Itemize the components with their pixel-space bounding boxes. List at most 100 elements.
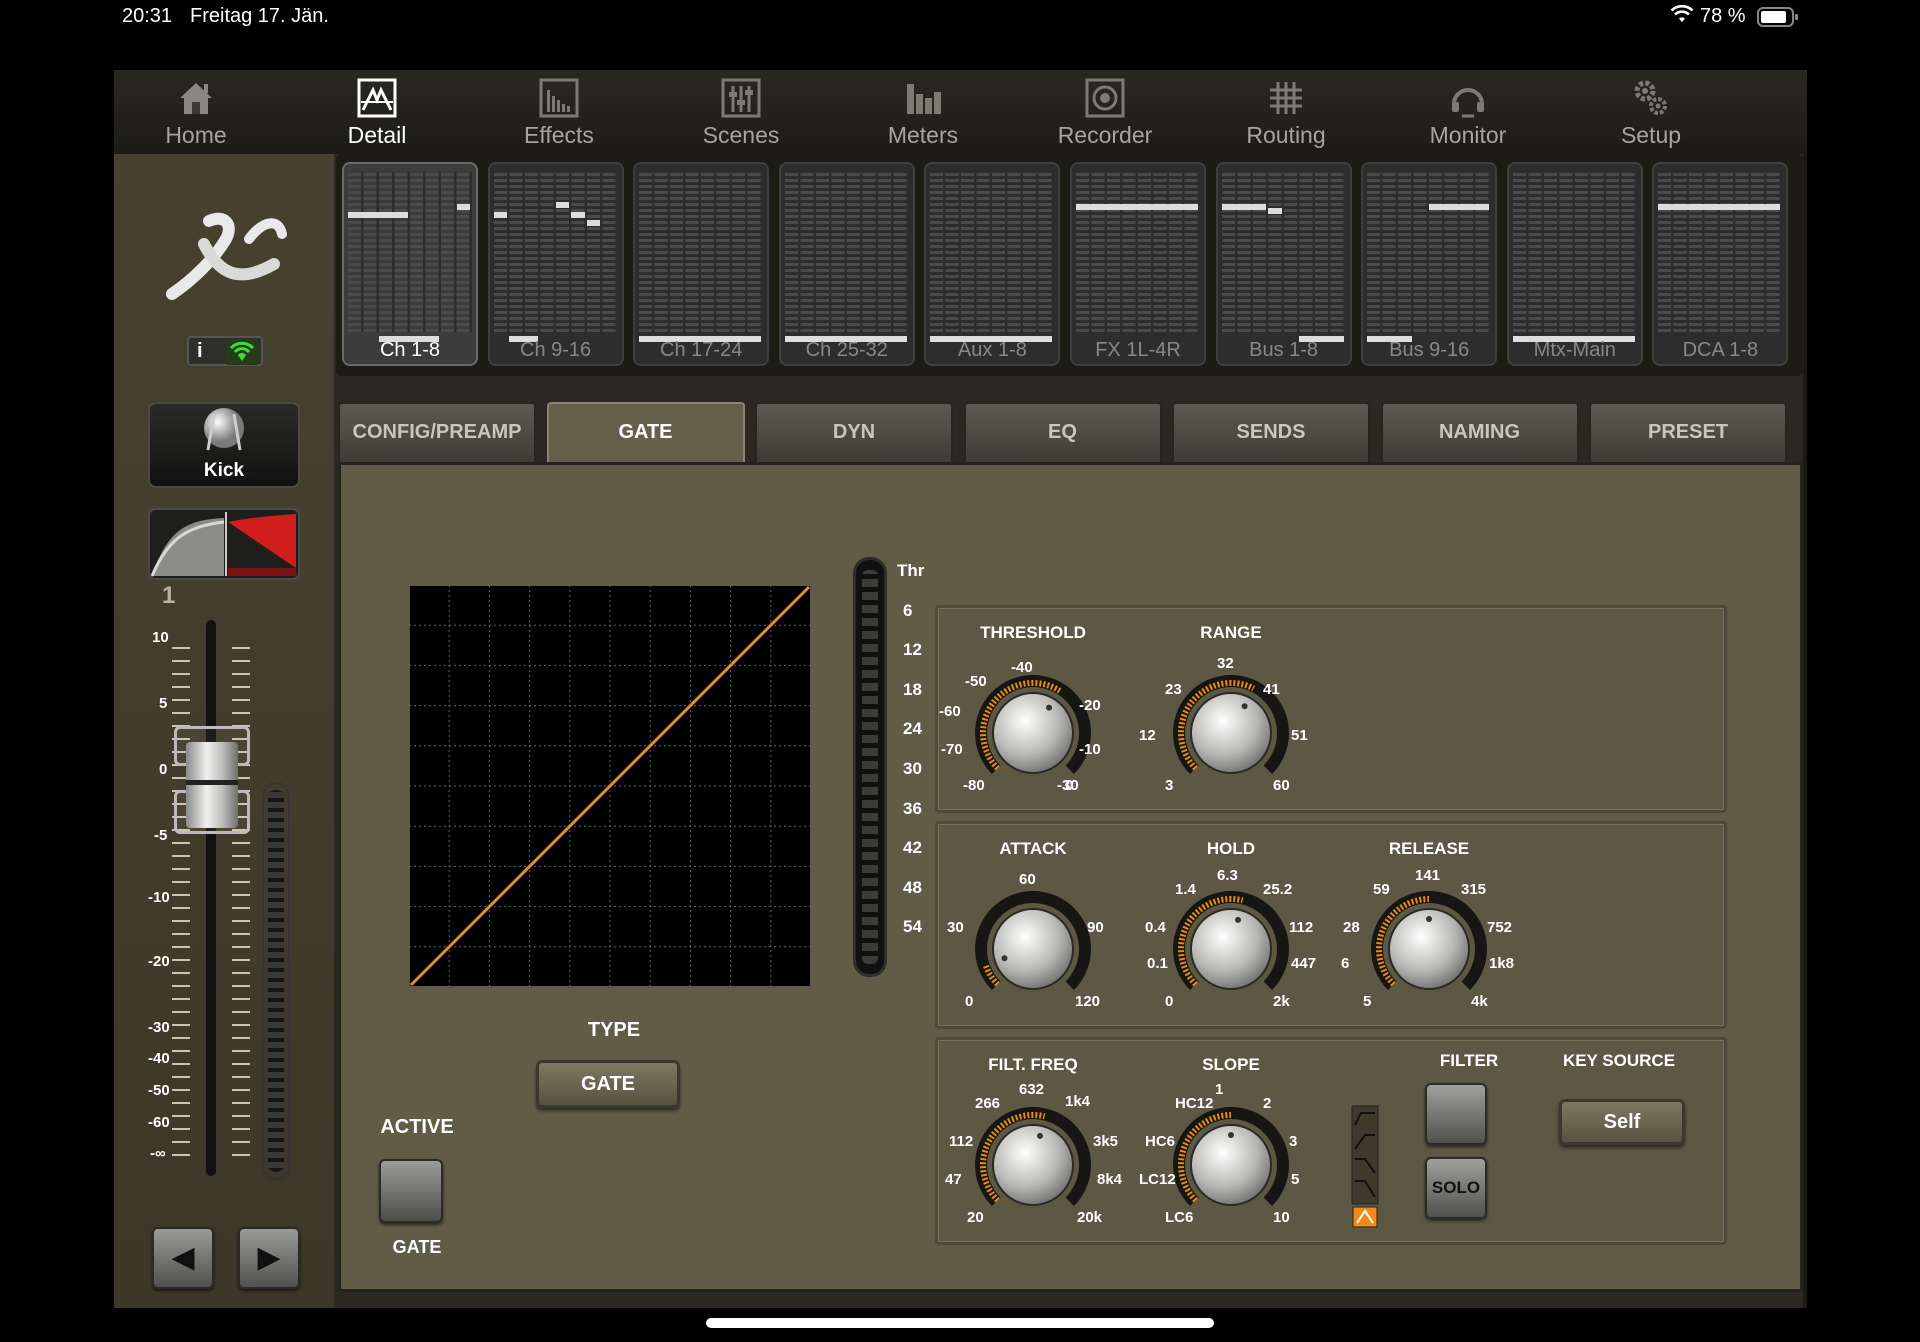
filter-toggle[interactable]: [1425, 1083, 1487, 1145]
release-tick: 59: [1373, 881, 1390, 898]
bank-label: Ch 1-8: [379, 339, 441, 361]
nav-routing[interactable]: Routing: [1211, 70, 1361, 154]
range-tick: 51: [1291, 727, 1308, 744]
battery-icon: [1757, 7, 1799, 33]
tab-sends[interactable]: SENDS: [1172, 402, 1370, 462]
filt-freq-knob[interactable]: [973, 1105, 1093, 1225]
nav-meters[interactable]: Meters: [848, 70, 998, 154]
slope-tick: 5: [1291, 1171, 1300, 1188]
threshold-tick: -70: [941, 741, 963, 758]
fader-tick: -10: [148, 889, 170, 906]
status-time: 20:31: [122, 5, 173, 27]
hold-tick: 1.4: [1175, 881, 1196, 898]
fader-position-marker: [1429, 204, 1490, 210]
nav-scenes[interactable]: Scenes: [666, 70, 816, 154]
bank-label: Bus 1-8: [1249, 339, 1319, 361]
filt-freq-tick: 20k: [1077, 1209, 1103, 1226]
wifi-connected-icon: [225, 339, 259, 365]
next-channel-button[interactable]: ▶: [238, 1227, 300, 1289]
filt-freq-tick: 47: [945, 1171, 962, 1188]
hold-tick: 0: [1165, 993, 1174, 1010]
attack-tick: 90: [1087, 919, 1104, 936]
bank-dca-1-8[interactable]: DCA 1-8: [1652, 162, 1789, 366]
slope-tick: 3: [1289, 1133, 1298, 1150]
filt-freq-label: FILT. FREQ: [988, 1055, 1078, 1074]
range-tick: 3: [1165, 777, 1174, 794]
key-source-button[interactable]: Self: [1559, 1099, 1685, 1145]
nav-recorder[interactable]: Recorder: [1030, 70, 1180, 154]
slope-tick: LC6: [1165, 1209, 1194, 1226]
nav-meters-label: Meters: [887, 122, 959, 148]
bank-bus-9-16[interactable]: Bus 9-16: [1361, 162, 1498, 366]
bank-aux-1-8[interactable]: Aux 1-8: [924, 162, 1061, 366]
nav-effects[interactable]: Effects: [484, 70, 634, 154]
nav-monitor[interactable]: Monitor: [1393, 70, 1543, 154]
nav-setup-label: Setup: [1620, 122, 1682, 148]
slope-tick: 10: [1273, 1209, 1290, 1226]
bank-ch-9-16[interactable]: Ch 9-16: [487, 162, 624, 366]
bank-label: DCA 1-8: [1682, 339, 1759, 361]
channel-strip: i Kick 1 10 5 0 -5 -10 -20 -30 -40 -50 -…: [114, 154, 334, 1308]
bank-label: Ch 9-16: [520, 339, 592, 361]
filter-type-selector[interactable]: [1351, 1105, 1379, 1229]
tab-naming[interactable]: NAMING: [1380, 402, 1579, 462]
bank-bus-1-8[interactable]: Bus 1-8: [1215, 162, 1352, 366]
nav-setup[interactable]: Setup: [1576, 70, 1726, 154]
bank-meter-grid: [930, 172, 1055, 332]
fader-position-marker: [1658, 204, 1781, 210]
filt-freq-tick: 20: [967, 1209, 984, 1226]
threshold-tick: 0: [1065, 777, 1074, 794]
gate-panel: Thr 6 12 18 24 30 36 42 48 54 TYPE GATE ACTIVE GA…: [338, 462, 1803, 1292]
threshold-tick: -20: [1079, 697, 1101, 714]
channel-name-box[interactable]: Kick: [148, 402, 300, 488]
bank-ch-25-32[interactable]: Ch 25-32: [778, 162, 915, 366]
release-label: RELEASE: [1388, 839, 1470, 858]
range-tick: 60: [1273, 777, 1290, 794]
nav-detail[interactable]: Detail: [302, 70, 452, 154]
tab-preset[interactable]: PRESET: [1589, 402, 1787, 462]
nav-scenes-label: Scenes: [702, 122, 780, 148]
tab-gate[interactable]: GATE: [546, 402, 745, 466]
setup-icon: [1634, 80, 1667, 115]
fader-ticks-right: [232, 636, 250, 1156]
hold-knob[interactable]: [1171, 889, 1291, 1009]
attack-tick: 0: [965, 993, 974, 1010]
fader-tick: 5: [159, 695, 168, 712]
hold-tick: 6.3: [1217, 867, 1238, 884]
nav-recorder-label: Recorder: [1057, 122, 1153, 148]
bank-ch-1-8[interactable]: Ch 1-8: [342, 162, 478, 366]
fader-track[interactable]: [206, 620, 216, 1176]
range-tick: 32: [1217, 655, 1234, 672]
tab-eq[interactable]: EQ: [963, 402, 1162, 462]
info-button[interactable]: i: [197, 340, 203, 363]
hold-tick: 0.4: [1145, 919, 1166, 936]
hold-tick: 2k: [1273, 993, 1290, 1010]
home-icon: [180, 83, 212, 114]
tab-dyn[interactable]: DYN: [755, 402, 953, 462]
fader-tick: -50: [148, 1082, 170, 1099]
bank-ch-17-24[interactable]: Ch 17-24: [633, 162, 770, 366]
release-knob[interactable]: [1369, 889, 1489, 1009]
prev-channel-button[interactable]: ◀: [152, 1227, 214, 1289]
fader-knob[interactable]: [174, 726, 250, 836]
attack-tick: 120: [1075, 993, 1101, 1010]
bank-fx-1l-4r[interactable]: FX 1L-4R: [1070, 162, 1206, 366]
nav-home[interactable]: Home: [121, 70, 271, 154]
status-date: Freitag 17. Jän.: [190, 5, 329, 27]
filter-solo-button[interactable]: SOLO: [1425, 1157, 1487, 1219]
info-wifi-box[interactable]: i: [187, 336, 263, 366]
slope-knob[interactable]: [1171, 1105, 1291, 1225]
monitor-icon: [1452, 88, 1484, 118]
dynamics-curve-thumbnail[interactable]: [148, 508, 300, 580]
home-indicator[interactable]: [706, 1318, 1214, 1328]
detail-tabs: CONFIG/PREAMP GATE DYN EQ SENDS NAMING PRESET: [338, 402, 1803, 466]
fader-ticks-left: [172, 636, 190, 1156]
filt-freq-tick: 1k4: [1065, 1093, 1091, 1110]
bank-mtx-main[interactable]: Mtx-Main: [1506, 162, 1643, 366]
threshold-tick: -80: [963, 777, 985, 794]
release-tick: 1k8: [1489, 955, 1515, 972]
tab-config-preamp[interactable]: CONFIG/PREAMP: [338, 402, 536, 462]
threshold-knob[interactable]: [973, 673, 1093, 793]
attack-knob[interactable]: [973, 889, 1093, 1009]
bank-meter-grid: [1076, 172, 1200, 332]
